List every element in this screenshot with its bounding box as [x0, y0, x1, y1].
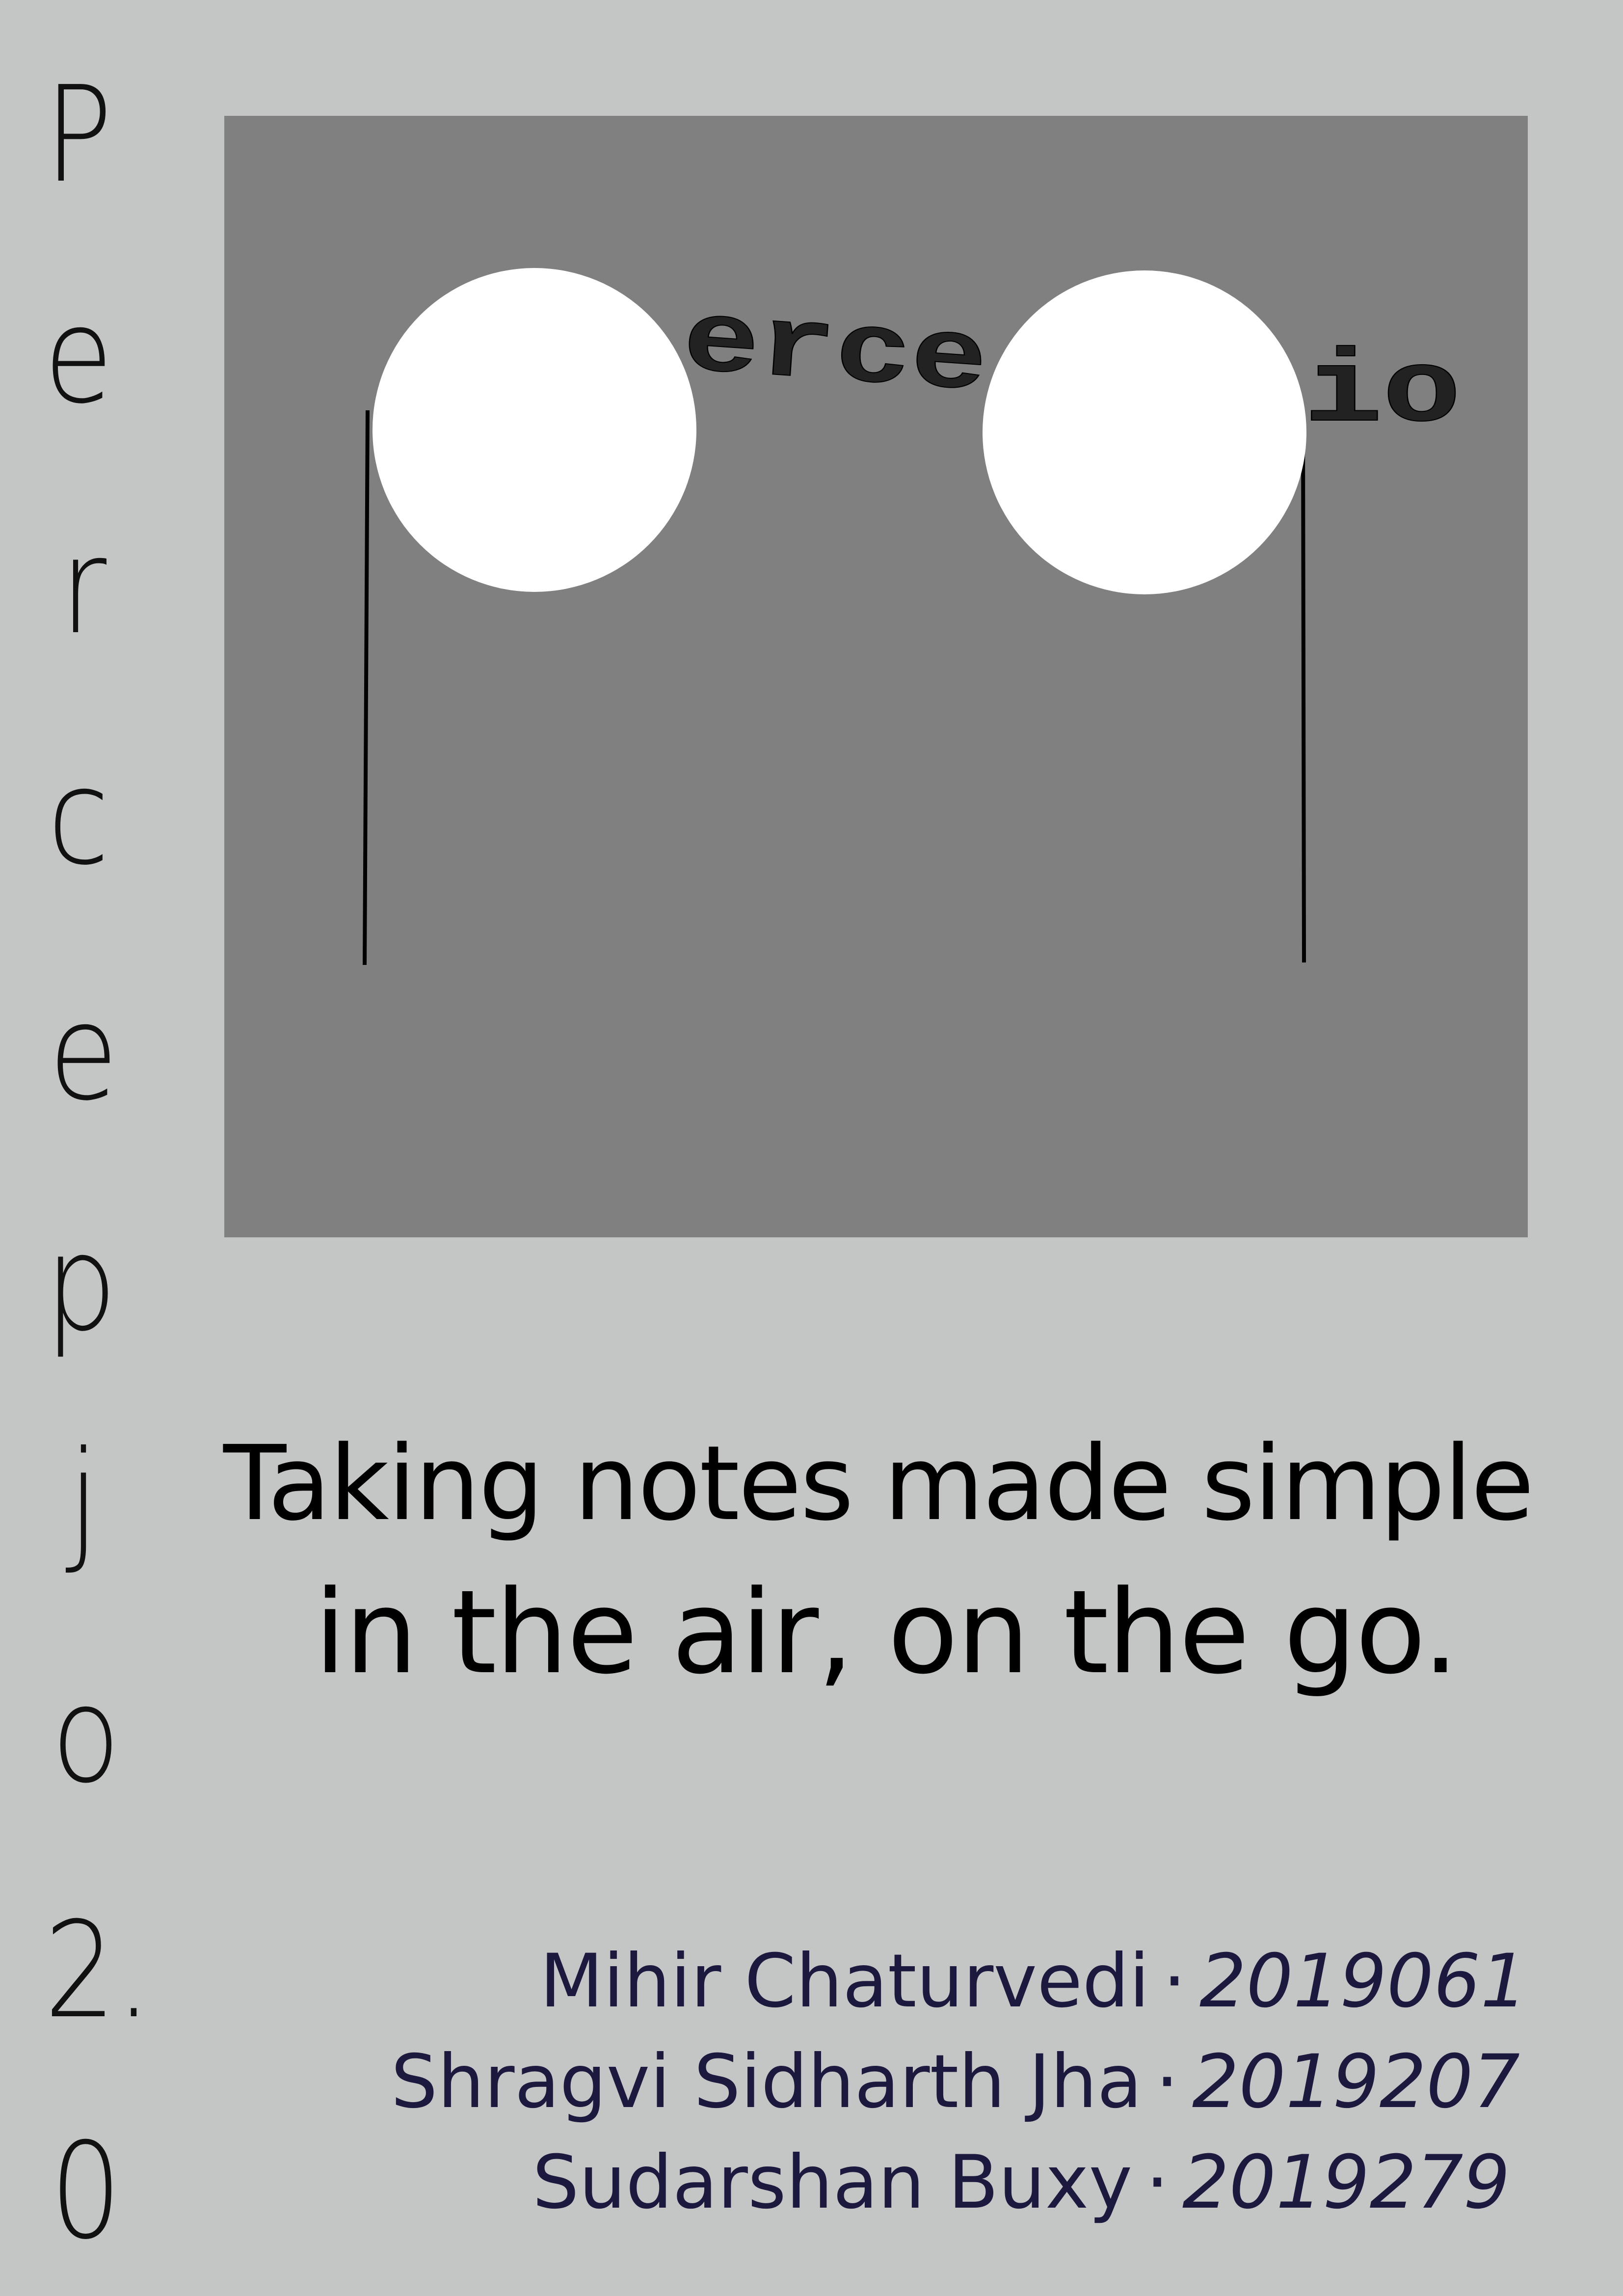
vertical-title-letter: 2.	[44, 1893, 152, 2048]
vertical-title-letter: e	[44, 278, 113, 433]
right-leg-line	[1301, 420, 1306, 963]
hero-word-left: erce	[679, 284, 991, 420]
left-circle	[372, 268, 696, 592]
right-circle	[983, 270, 1306, 594]
vertical-title-letter: 0	[50, 2114, 122, 2269]
credit-separator: ·	[1155, 2039, 1179, 2125]
tagline-line-2: in the air, on the go.	[314, 1566, 1459, 1700]
credit-row: Sudarshan Buxy · 2019279	[532, 2140, 1510, 2225]
credit-separator: ·	[1163, 1939, 1186, 2024]
credit-id: 2019279	[1182, 2140, 1510, 2225]
credit-row: Shragvi Sidharth Jha · 2019207	[391, 2039, 1520, 2125]
hero-graphic: erce io	[363, 268, 1462, 965]
credit-separator: ·	[1145, 2140, 1169, 2225]
vertical-title-letter: e	[49, 975, 118, 1130]
vertical-title-letter: o	[51, 1657, 121, 1812]
credit-name: Sudarshan Buxy	[532, 2140, 1133, 2225]
vertical-title-letter: c	[47, 740, 110, 894]
credit-id: 2019061	[1199, 1939, 1527, 2024]
tagline-line-1: Taking notes made simple	[223, 1423, 1534, 1544]
hero-illustration: erce io	[224, 116, 1528, 1237]
vertical-title-letter: p	[45, 1206, 117, 1361]
left-leg-line	[363, 410, 370, 965]
vertical-title-letter: P	[44, 57, 113, 212]
credit-row: Mihir Chaturvedi · 2019061	[540, 1939, 1527, 2024]
vertical-title-letter: r	[60, 509, 107, 664]
vertical-title-letter: j	[68, 1422, 99, 1576]
credit-id: 2019207	[1192, 2039, 1520, 2125]
credit-name: Mihir Chaturvedi	[539, 1939, 1150, 2024]
hero-word-right: io	[1304, 335, 1461, 452]
credit-name: Shragvi Sidharth Jha	[391, 2039, 1143, 2125]
